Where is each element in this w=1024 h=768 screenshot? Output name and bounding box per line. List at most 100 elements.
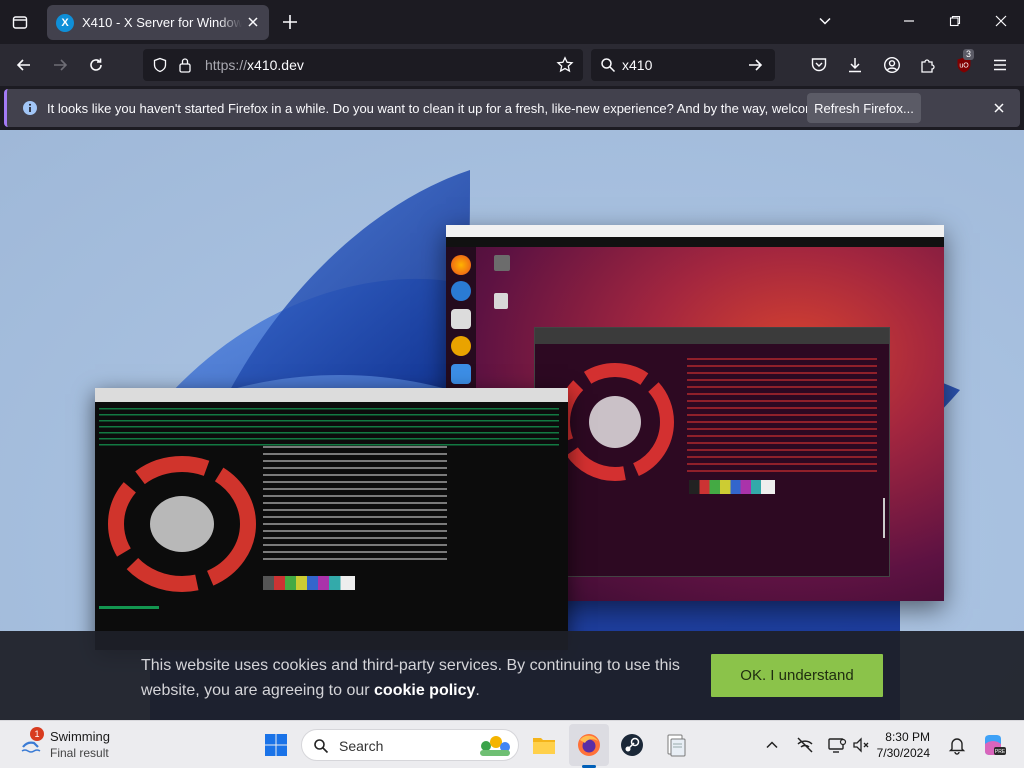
ublock-extension-button[interactable]: uO 3 bbox=[952, 49, 976, 77]
account-button[interactable] bbox=[880, 53, 904, 77]
clock-date: 7/30/2024 bbox=[876, 746, 930, 760]
search-input-value: x410 bbox=[622, 57, 653, 73]
tab-x410[interactable]: X X410 - X Server for Windows 10 bbox=[47, 5, 269, 40]
close-notification-icon[interactable] bbox=[991, 100, 1007, 116]
taskbar-search-box[interactable]: Search bbox=[301, 729, 519, 761]
clock-time: 8:30 PM bbox=[885, 730, 930, 744]
puzzle-piece-icon bbox=[921, 59, 935, 73]
windows-start-icon[interactable] bbox=[262, 731, 290, 759]
extension-badge: 3 bbox=[963, 49, 975, 60]
weather-subtitle: Final result bbox=[50, 746, 109, 760]
back-button[interactable] bbox=[12, 53, 36, 77]
steam-icon[interactable] bbox=[618, 731, 646, 759]
pocket-icon bbox=[811, 58, 827, 72]
windows-terminal-titlebar bbox=[95, 388, 568, 402]
refresh-firefox-notification: It looks like you haven't started Firefo… bbox=[4, 89, 1020, 127]
tracking-protection-shield-icon[interactable] bbox=[152, 57, 168, 73]
tab-list-button[interactable] bbox=[8, 10, 32, 34]
cookie-banner: This website uses cookies and third-part… bbox=[0, 631, 1024, 720]
rhythmbox-dock-icon bbox=[451, 336, 471, 356]
firefox-dock-icon bbox=[451, 255, 471, 275]
close-window-button[interactable] bbox=[990, 10, 1012, 32]
system-clock[interactable]: 8:30 PM 7/30/2024 bbox=[870, 729, 930, 761]
writer-dock-icon bbox=[451, 364, 471, 384]
home-folder-desktop-icon bbox=[494, 255, 510, 271]
url-text: https://x410.dev bbox=[205, 57, 304, 73]
account-icon bbox=[883, 56, 901, 74]
pocket-button[interactable] bbox=[807, 53, 831, 77]
notepad-app-icon[interactable] bbox=[662, 731, 690, 759]
windows-terminal-window bbox=[95, 388, 568, 650]
vm-titlebar bbox=[446, 225, 944, 237]
lock-icon[interactable] bbox=[178, 57, 192, 73]
weather-title: Swimming bbox=[50, 729, 110, 744]
windows-taskbar: 1 Swimming Final result Search 8:30 PM 7… bbox=[0, 720, 1024, 768]
close-tab-icon[interactable] bbox=[245, 14, 261, 30]
extensions-button[interactable] bbox=[916, 53, 940, 77]
volume-muted-icon[interactable] bbox=[851, 735, 871, 755]
display-settings-icon[interactable] bbox=[827, 735, 847, 755]
vm-terminal-titlebar bbox=[535, 328, 889, 344]
ubuntu-top-panel bbox=[446, 237, 944, 247]
chevron-up-icon[interactable] bbox=[765, 738, 779, 752]
cookie-accept-button[interactable]: OK. I understand bbox=[711, 654, 883, 697]
svg-text:uO: uO bbox=[959, 63, 969, 70]
forward-button[interactable] bbox=[48, 53, 72, 77]
x410-favicon-icon: X bbox=[56, 13, 74, 32]
neofetch-info-block bbox=[687, 358, 877, 474]
network-disconnected-icon[interactable] bbox=[795, 735, 815, 755]
address-bar[interactable]: https://x410.dev bbox=[143, 49, 583, 81]
new-tab-plus-icon[interactable] bbox=[279, 11, 301, 33]
copilot-icon[interactable]: PRE bbox=[980, 732, 1006, 758]
arrow-right-icon bbox=[54, 59, 68, 71]
search-icon bbox=[601, 58, 616, 73]
vm-terminal-scrollbar bbox=[883, 498, 885, 538]
arrow-left-icon bbox=[16, 59, 30, 71]
close-icon bbox=[995, 15, 1007, 27]
download-icon bbox=[849, 58, 861, 73]
tab-list-icon bbox=[12, 16, 28, 29]
cookie-text-after: . bbox=[475, 682, 480, 699]
bookmark-star-icon[interactable] bbox=[556, 56, 574, 74]
search-icon bbox=[314, 739, 329, 754]
downloads-button[interactable] bbox=[843, 53, 867, 77]
chevron-down-icon bbox=[819, 17, 831, 25]
terminal-command-lines bbox=[99, 408, 559, 448]
terminal-color-swatches bbox=[263, 576, 355, 590]
neofetch-ubuntu-logo bbox=[556, 363, 674, 481]
page-content: This website uses cookies and third-part… bbox=[0, 130, 1024, 720]
reload-icon bbox=[90, 58, 102, 71]
url-host: x410.dev bbox=[247, 57, 304, 73]
restore-icon bbox=[949, 15, 961, 27]
file-explorer-icon[interactable] bbox=[530, 731, 558, 759]
terminal-info-block bbox=[263, 446, 447, 562]
notification-message: It looks like you haven't started Firefo… bbox=[47, 101, 858, 116]
svg-text:PRE: PRE bbox=[995, 749, 1006, 755]
url-protocol: https:// bbox=[205, 57, 248, 73]
terminal-ubuntu-logo bbox=[108, 456, 256, 592]
cookie-policy-link[interactable]: cookie policy bbox=[374, 682, 475, 699]
search-bar[interactable]: x410 bbox=[591, 49, 775, 81]
info-icon bbox=[23, 101, 37, 115]
refresh-firefox-button[interactable]: Refresh Firefox... bbox=[807, 93, 921, 123]
neofetch-color-swatches bbox=[689, 480, 775, 494]
restore-button[interactable] bbox=[944, 10, 966, 32]
notification-bell-icon[interactable] bbox=[947, 735, 967, 755]
trash-desktop-icon bbox=[494, 293, 508, 309]
search-highlight-olympics-icon bbox=[480, 736, 510, 756]
navigation-toolbar: https://x410.dev x410 uO 3 bbox=[0, 44, 1024, 86]
minimize-button[interactable] bbox=[898, 10, 920, 32]
app-menu-button[interactable] bbox=[988, 53, 1012, 77]
go-arrow-icon[interactable] bbox=[747, 57, 763, 73]
tab-strip: X X410 - X Server for Windows 10 bbox=[0, 0, 1024, 44]
hamburger-menu-icon bbox=[994, 59, 1006, 71]
thunderbird-dock-icon bbox=[451, 281, 471, 301]
list-all-tabs-button[interactable] bbox=[814, 10, 836, 32]
tab-title: X410 - X Server for Windows 10 bbox=[82, 15, 242, 30]
files-dock-icon bbox=[451, 309, 471, 329]
taskbar-search-label: Search bbox=[339, 738, 384, 754]
cookie-message: This website uses cookies and third-part… bbox=[141, 653, 691, 703]
reload-button[interactable] bbox=[84, 53, 108, 77]
minimize-icon bbox=[904, 20, 914, 22]
firefox-taskbar-icon[interactable] bbox=[575, 731, 603, 759]
